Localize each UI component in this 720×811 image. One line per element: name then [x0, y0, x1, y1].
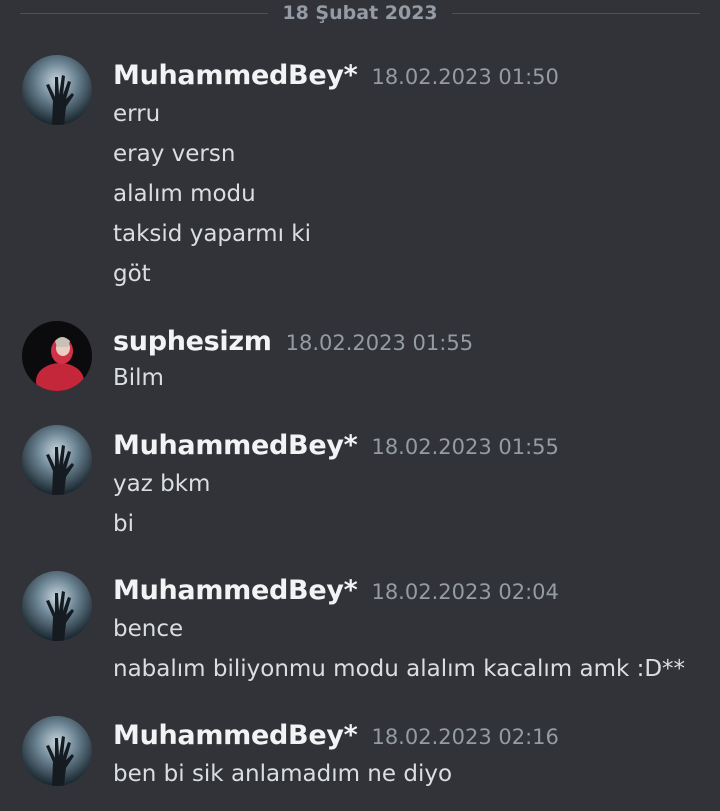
date-divider: 18 Şubat 2023: [20, 0, 701, 26]
avatar[interactable]: [22, 425, 92, 495]
divider-line-left: [20, 12, 269, 14]
timestamp: 18.02.2023 01:55: [371, 435, 559, 459]
timestamp: 18.02.2023 01:50: [371, 65, 559, 89]
message-line: yaz bkm: [113, 471, 211, 497]
message-line: erru: [113, 101, 161, 127]
avatar[interactable]: [22, 571, 92, 641]
username[interactable]: MuhammedBey*: [113, 575, 358, 606]
zombie-hand-moon-icon: [22, 425, 92, 495]
username[interactable]: MuhammedBey*: [113, 430, 358, 461]
username[interactable]: MuhammedBey*: [113, 60, 358, 91]
message-line: taksid yaparmı ki: [113, 221, 311, 247]
avatar[interactable]: [22, 716, 92, 786]
divider-line-right: [451, 12, 701, 14]
message-line: bence: [113, 616, 184, 642]
zombie-hand-moon-icon: [22, 716, 92, 786]
username[interactable]: MuhammedBey*: [113, 720, 358, 751]
red-hoodie-icon: [22, 321, 92, 391]
timestamp: 18.02.2023 01:55: [285, 331, 474, 355]
message-line: nabalım biliyonmu modu alalım kacalım am…: [113, 656, 686, 682]
message-line: bi: [113, 511, 134, 537]
timestamp: 18.02.2023 02:16: [371, 725, 559, 749]
timestamp: 18.02.2023 02:04: [371, 580, 559, 604]
divider-date: 18 Şubat 2023: [282, 2, 438, 24]
avatar[interactable]: [22, 321, 92, 391]
avatar[interactable]: [22, 55, 92, 125]
message-line: ben bi sik anlamadım ne diyo: [113, 761, 453, 787]
zombie-hand-moon-icon: [22, 571, 92, 641]
message-line: eray versn: [113, 141, 236, 167]
message-line: Bilm: [113, 365, 164, 391]
username[interactable]: suphesizm: [113, 326, 272, 357]
message-line: alalım modu: [113, 181, 256, 207]
zombie-hand-moon-icon: [22, 55, 92, 125]
message-line: göt: [113, 261, 151, 287]
